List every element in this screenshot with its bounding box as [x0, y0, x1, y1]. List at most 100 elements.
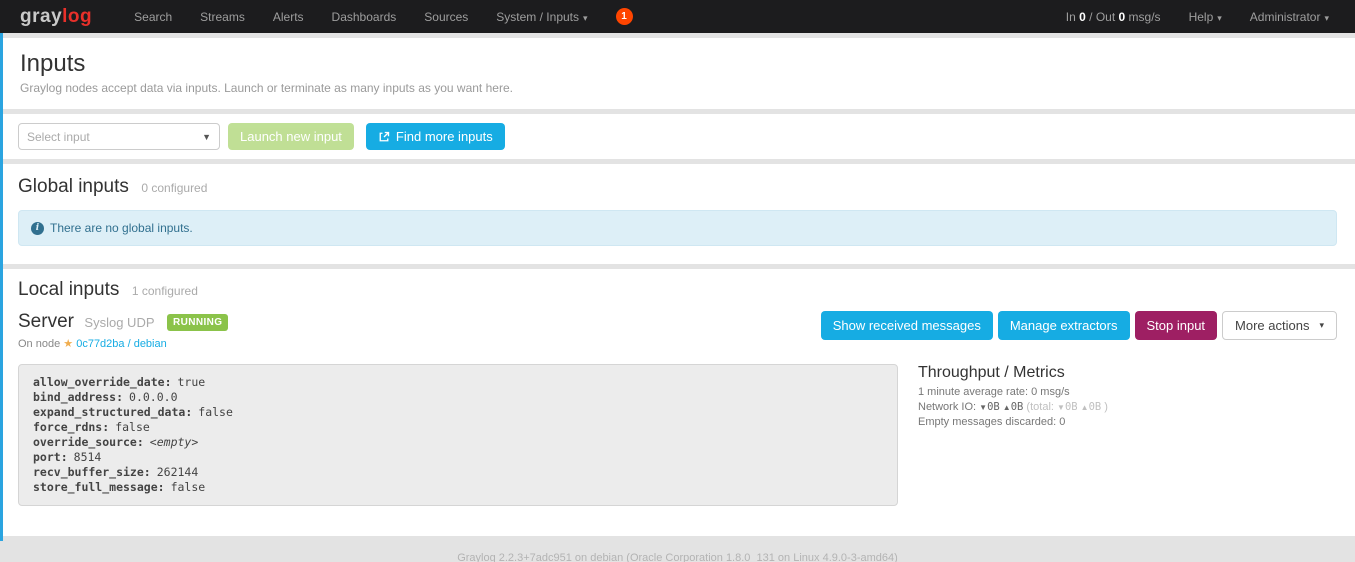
throughput-in-value: 0: [1079, 10, 1086, 24]
input-name: Server: [18, 311, 74, 332]
config-row: recv_buffer_size 262144: [33, 465, 883, 480]
graylog-logo[interactable]: graylog: [20, 6, 92, 28]
total-up-value: 0B: [1089, 401, 1102, 413]
throughput-unit: msg/s: [1129, 10, 1161, 24]
config-key: recv_buffer_size: [33, 465, 151, 479]
chevron-down-icon: ▾: [1319, 320, 1324, 331]
config-key: bind_address: [33, 390, 123, 404]
page-subtitle: Graylog nodes accept data via inputs. La…: [20, 81, 1335, 95]
network-up-value: 0B: [1011, 401, 1024, 413]
user-label: Administrator: [1250, 10, 1321, 24]
select-input-placeholder: Select input: [27, 130, 90, 144]
show-received-messages-button[interactable]: Show received messages: [821, 311, 993, 340]
local-inputs-block: Local inputs 1 configured Server Syslog …: [0, 269, 1355, 536]
input-config-box: allow_override_date true bind_address 0.0.…: [18, 364, 898, 506]
stop-input-button[interactable]: Stop input: [1135, 311, 1218, 340]
local-inputs-count: 1 configured: [132, 284, 198, 298]
throughput-in-label: In: [1066, 10, 1076, 24]
global-inputs-title: Global inputs: [18, 176, 129, 197]
metric-network-line: Network IO: ▼0B ▲0B (total: ▼0B ▲0B ): [918, 401, 1108, 413]
config-row: override_source <empty>: [33, 435, 883, 450]
footer-version-text: Graylog 2.2.3+7adc951 on debian (Oracle …: [0, 536, 1355, 562]
find-more-inputs-label: Find more inputs: [396, 129, 493, 144]
metric-empty-line: Empty messages discarded: 0: [918, 416, 1108, 428]
logo-text-gray: gray: [20, 6, 62, 27]
window-edge-accent: [0, 33, 3, 541]
info-icon: i: [31, 222, 44, 235]
find-more-inputs-button[interactable]: Find more inputs: [366, 123, 505, 150]
metrics-title: Throughput / Metrics: [918, 364, 1108, 382]
config-key: override_source: [33, 435, 144, 449]
config-value: <empty>: [150, 435, 198, 449]
network-down-value: 0B: [987, 401, 1000, 413]
page-title: Inputs: [20, 50, 1335, 78]
node-prefix: On node: [18, 338, 60, 350]
config-row: force_rdns false: [33, 420, 883, 435]
config-value: false: [115, 420, 150, 434]
local-inputs-title: Local inputs: [18, 279, 119, 300]
nav-item-system-inputs[interactable]: System / Inputs ▾: [482, 10, 601, 24]
more-actions-button[interactable]: More actions ▾: [1222, 311, 1337, 340]
config-value: false: [171, 480, 206, 494]
chevron-down-icon: ▼: [202, 132, 211, 142]
config-key: allow_override_date: [33, 375, 172, 389]
notification-badge[interactable]: 1: [616, 8, 633, 25]
config-key: port: [33, 450, 68, 464]
config-value: 8514: [74, 450, 102, 464]
status-badge: RUNNING: [167, 314, 228, 331]
paren-close: ): [1104, 401, 1108, 413]
input-actions: Show received messages Manage extractors…: [821, 311, 1337, 340]
page-header-block: Inputs Graylog nodes accept data via inp…: [0, 38, 1355, 109]
chevron-down-icon: ▾: [1324, 13, 1329, 24]
launch-new-input-button[interactable]: Launch new input: [228, 123, 354, 150]
nav-item-system-inputs-label: System / Inputs: [496, 10, 579, 24]
config-value: false: [198, 405, 233, 419]
config-value: true: [178, 375, 206, 389]
no-global-inputs-text: There are no global inputs.: [50, 221, 193, 235]
config-key: store_full_message: [33, 480, 165, 494]
network-io-label: Network IO:: [918, 401, 976, 413]
node-link[interactable]: 0c77d2ba / debian: [76, 338, 167, 350]
arrow-down-icon: ▼: [979, 403, 987, 412]
nav-item-search[interactable]: Search: [120, 10, 186, 24]
nav-item-streams[interactable]: Streams: [186, 10, 259, 24]
network-total: (total: ▼0B ▲0B ): [1026, 401, 1108, 413]
global-inputs-count: 0 configured: [141, 181, 207, 195]
navbar-right: In 0 / Out 0 msg/s Help▾ Administrator▾: [1052, 10, 1343, 24]
config-key: force_rdns: [33, 420, 109, 434]
nav-item-sources[interactable]: Sources: [410, 10, 482, 24]
config-row: store_full_message false: [33, 480, 883, 495]
total-label: total:: [1030, 401, 1054, 413]
throughput-metrics: Throughput / Metrics 1 minute average ra…: [918, 364, 1108, 506]
config-value: 262144: [157, 465, 199, 479]
config-key: expand_structured_data: [33, 405, 192, 419]
nav-item-user-menu[interactable]: Administrator▾: [1236, 10, 1343, 24]
arrow-up-icon: ▲: [1081, 403, 1089, 412]
global-throughput: In 0 / Out 0 msg/s: [1052, 10, 1175, 24]
input-type: Syslog UDP: [84, 315, 154, 330]
nav-item-dashboards[interactable]: Dashboards: [318, 10, 411, 24]
manage-extractors-button[interactable]: Manage extractors: [998, 311, 1130, 340]
node-line: On node ★ 0c77d2ba / debian: [18, 337, 228, 350]
config-row: allow_override_date true: [33, 375, 883, 390]
star-icon[interactable]: ★: [63, 338, 73, 350]
global-inputs-block: Global inputs 0 configured i There are n…: [0, 164, 1355, 264]
chevron-down-icon: ▾: [583, 13, 588, 24]
input-identity: Server Syslog UDP RUNNING On node ★ 0c77…: [18, 311, 228, 350]
input-launcher-block: Select input ▼ Launch new input Find mor…: [0, 114, 1355, 159]
more-actions-label: More actions: [1235, 318, 1309, 333]
nav-item-alerts[interactable]: Alerts: [259, 10, 318, 24]
chevron-down-icon: ▾: [1217, 13, 1222, 24]
arrow-up-icon: ▲: [1003, 403, 1011, 412]
config-row: expand_structured_data false: [33, 405, 883, 420]
config-row: bind_address 0.0.0.0: [33, 390, 883, 405]
arrow-down-icon: ▼: [1057, 403, 1065, 412]
select-input-dropdown[interactable]: Select input ▼: [18, 123, 220, 150]
main-nav: Search Streams Alerts Dashboards Sources…: [120, 10, 601, 24]
config-value: 0.0.0.0: [129, 390, 177, 404]
nav-item-help[interactable]: Help▾: [1175, 10, 1236, 24]
config-row: port 8514: [33, 450, 883, 465]
input-detail-row: allow_override_date true bind_address 0.0.…: [18, 364, 1337, 506]
metric-rate-line: 1 minute average rate: 0 msg/s: [918, 386, 1108, 398]
top-navbar: graylog Search Streams Alerts Dashboards…: [0, 0, 1355, 33]
